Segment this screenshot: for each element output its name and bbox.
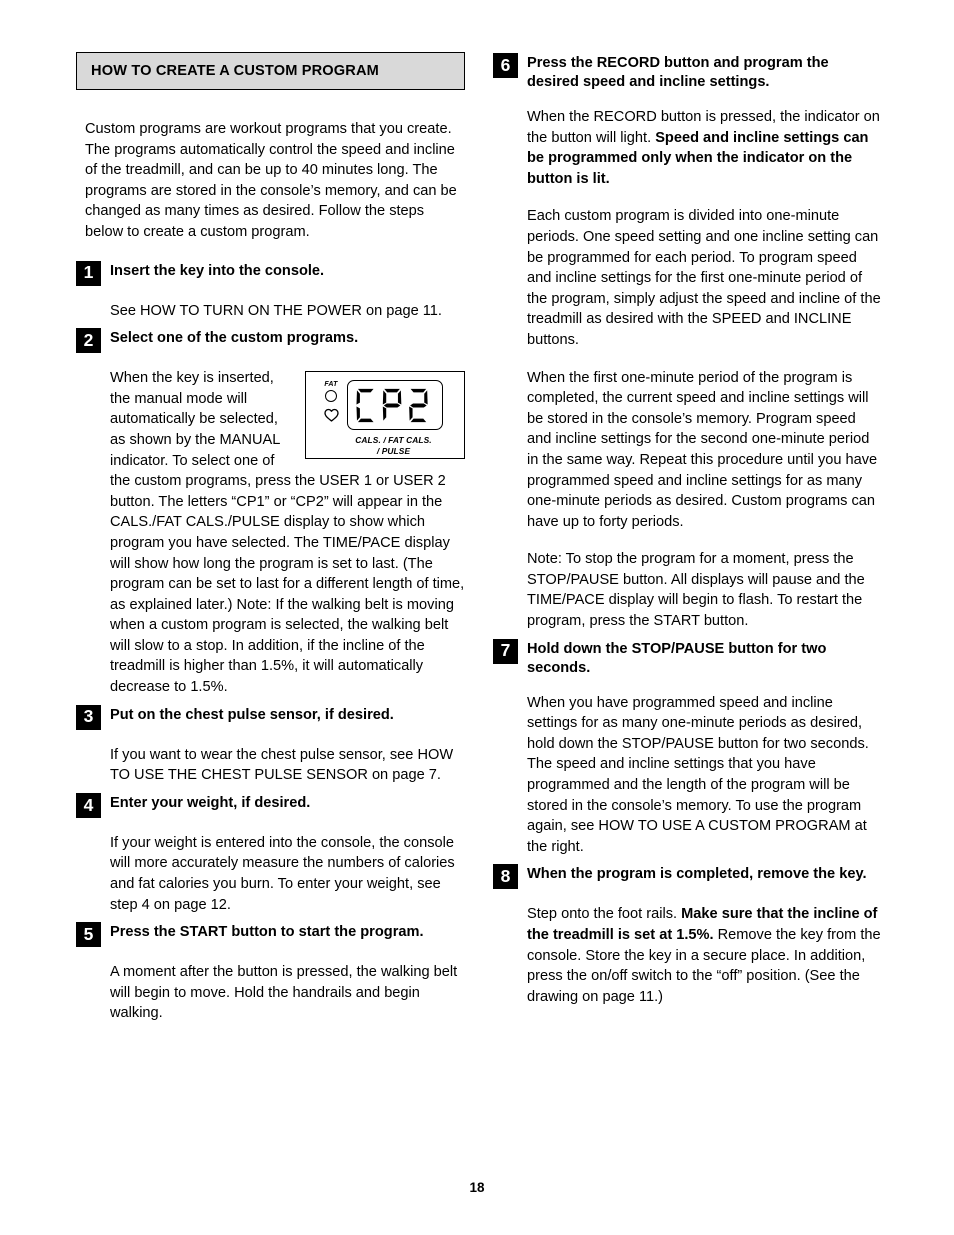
step-5-body: A moment after the button is pressed, th…	[76, 962, 465, 1024]
step-8-number: 8	[493, 864, 518, 890]
step-6-body: When the RECORD button is pressed, the i…	[493, 107, 882, 632]
left-column: HOW TO CREATE A CUSTOM PROGRAM Custom pr…	[76, 52, 465, 1030]
step-7-number: 7	[493, 638, 518, 664]
step-8-head: 8 When the program is completed, remove …	[493, 863, 882, 890]
step-7-body: When you have programmed speed and incli…	[493, 693, 882, 858]
step-1-number: 1	[76, 260, 101, 286]
step-1: 1 Insert the key into the console. See H…	[76, 260, 465, 322]
step-7: 7 Hold down the STOP/PAUSE button for tw…	[493, 638, 882, 858]
step-6-paragraph-3: When the first one-minute period of the …	[527, 369, 878, 530]
step-4-title: Enter your weight, if desired.	[110, 794, 311, 811]
step-6-head: 6 Press the RECORD button and program th…	[493, 52, 882, 92]
step-7-title: Hold down the STOP/PAUSE button for two …	[527, 640, 827, 676]
indicator-column: FAT	[318, 381, 344, 422]
step-6-paragraph-4: Note: To stop the program for a moment, …	[527, 551, 865, 630]
step-2-title: Select one of the custom programs.	[110, 330, 359, 347]
step-2-head: 2 Select one of the custom programs.	[76, 327, 465, 354]
step-1-body: See HOW TO TURN ON THE POWER on page 11.	[76, 301, 465, 322]
step-8-body: Step onto the foot rails. Make sure that…	[493, 904, 882, 1007]
step-6-paragraph-1: When the RECORD button is pressed, the i…	[527, 107, 882, 189]
step-2-body: FAT CALS. / FAT CALS. / PULSE When the k…	[76, 368, 465, 698]
step-6: 6 Press the RECORD button and program th…	[493, 52, 882, 632]
lcd-display	[347, 380, 443, 431]
step-3-body: If you want to wear the chest pulse sens…	[76, 745, 465, 786]
circle-indicator-icon	[325, 390, 337, 403]
step-1-head: 1 Insert the key into the console.	[76, 260, 465, 286]
step-4-number: 4	[76, 792, 101, 818]
manual-page: HOW TO CREATE A CUSTOM PROGRAM Custom pr…	[0, 0, 954, 1235]
step-7-head: 7 Hold down the STOP/PAUSE button for tw…	[493, 638, 882, 678]
caption-line-2: / PULSE	[376, 445, 411, 456]
fat-label: FAT	[324, 381, 338, 389]
step-4-paragraph: If your weight is entered into the conso…	[110, 834, 455, 913]
step-3-title: Put on the chest pulse sensor, if desire…	[110, 706, 394, 723]
step-8-plain-start: Step onto the foot rails.	[527, 906, 682, 923]
step-6-number: 6	[493, 53, 518, 78]
right-column: 6 Press the RECORD button and program th…	[493, 52, 882, 1013]
page-number: 18	[469, 1180, 485, 1195]
section-header: HOW TO CREATE A CUSTOM PROGRAM	[76, 52, 465, 90]
step-6-title: Press the RECORD button and program the …	[527, 55, 829, 90]
step-3-paragraph: If you want to wear the chest pulse sens…	[110, 746, 454, 784]
two-column-layout: HOW TO CREATE A CUSTOM PROGRAM Custom pr…	[76, 52, 882, 1030]
step-4-head: 4 Enter your weight, if desired.	[76, 792, 465, 818]
step-5-head: 5 Press the START button to start the pr…	[76, 921, 465, 948]
heart-indicator-icon	[323, 408, 339, 422]
step-5-paragraph: A moment after the button is pressed, th…	[110, 964, 458, 1022]
step-5: 5 Press the START button to start the pr…	[76, 921, 465, 1024]
step-8-title: When the program is completed, remove th…	[527, 866, 867, 883]
step-3: 3 Put on the chest pulse sensor, if desi…	[76, 704, 465, 786]
step-2-number: 2	[76, 328, 101, 354]
illustration-inner: FAT CALS. / FAT CALS. / PULSE	[316, 379, 455, 456]
step-4: 4 Enter your weight, if desired. If your…	[76, 792, 465, 915]
step-8-paragraph: Step onto the foot rails. Make sure that…	[527, 904, 882, 1007]
step-1-title: Insert the key into the console.	[110, 262, 325, 279]
step-1-paragraph: See HOW TO TURN ON THE POWER on page 11.	[110, 302, 442, 319]
seven-segment-cp2	[356, 388, 428, 422]
console-display-illustration: FAT CALS. / FAT CALS. / PULSE	[305, 371, 465, 460]
step-3-head: 3 Put on the chest pulse sensor, if desi…	[76, 704, 465, 730]
caption-line-1: CALS. / FAT CALS.	[355, 435, 432, 446]
section-header-title: HOW TO CREATE A CUSTOM PROGRAM	[91, 63, 379, 79]
step-3-number: 3	[76, 704, 101, 730]
step-2: 2 Select one of the custom programs. FAT	[76, 327, 465, 698]
step-4-body: If your weight is entered into the conso…	[76, 833, 465, 915]
step-6-paragraph-2: Each custom program is divided into one-…	[527, 208, 881, 348]
illustration-caption: CALS. / FAT CALS. / PULSE	[334, 435, 453, 456]
step-7-paragraph: When you have programmed speed and incli…	[527, 694, 869, 855]
step-8: 8 When the program is completed, remove …	[493, 863, 882, 1007]
step-5-number: 5	[76, 922, 101, 948]
step-5-title: Press the START button to start the prog…	[110, 924, 424, 941]
intro-paragraph: Custom programs are workout programs tha…	[85, 121, 457, 240]
